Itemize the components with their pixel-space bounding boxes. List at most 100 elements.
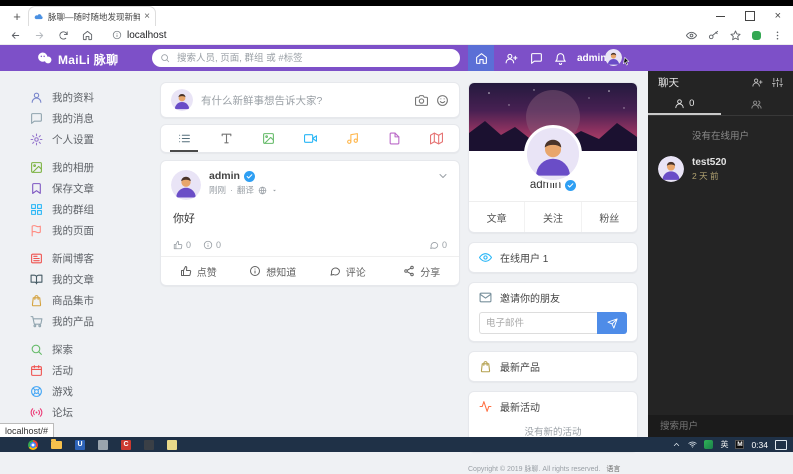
sidebar-item-message[interactable]: 我的消息	[30, 108, 154, 129]
notepad-icon[interactable]	[167, 440, 177, 450]
composer-tab-video[interactable]	[289, 125, 331, 152]
composer-tab-image[interactable]	[247, 125, 289, 152]
post-action-message-circle[interactable]: 评论	[310, 264, 385, 279]
chat-search-input[interactable]	[658, 420, 783, 433]
nav-username[interactable]: admin	[577, 53, 606, 64]
translate-link[interactable]: 翻译	[237, 184, 254, 196]
address-bar[interactable]: localhost	[112, 30, 166, 41]
app-grey-icon[interactable]	[98, 440, 108, 450]
chat-search-bar[interactable]	[648, 415, 793, 437]
taskbar-clock[interactable]: 0:34	[751, 440, 768, 450]
add-contact-icon[interactable]	[752, 77, 763, 88]
sidebar-item-image[interactable]: 我的相册	[30, 157, 154, 178]
post-author-name[interactable]: admin	[209, 170, 240, 182]
sidebar-item-book-open[interactable]: 我的文章	[30, 269, 154, 290]
sidebar-item-gear[interactable]: 个人设置	[30, 129, 154, 150]
app-c-icon[interactable]: C	[121, 440, 131, 450]
restore-button[interactable]	[745, 11, 755, 21]
profile-tab[interactable]: 文章	[469, 202, 524, 232]
nav-home-button[interactable]	[468, 45, 494, 71]
language-link[interactable]: 语言	[606, 464, 620, 474]
chat-settings-icon[interactable]	[772, 77, 783, 88]
sidebar-item-label: 商品集市	[52, 293, 94, 308]
profile-tab[interactable]: 粉丝	[581, 202, 637, 232]
start-button-icon[interactable]	[6, 440, 15, 449]
chrome-taskbar-icon[interactable]	[28, 440, 38, 450]
chat-tab-groups[interactable]	[721, 93, 793, 115]
network-icon[interactable]	[688, 440, 697, 449]
browser-home-icon[interactable]	[82, 30, 93, 41]
tray-expand-icon[interactable]	[672, 440, 681, 449]
app-u-icon[interactable]: U	[75, 440, 85, 450]
sidebar-item-lifebuoy[interactable]: 游戏	[30, 381, 154, 402]
app-dark-icon[interactable]	[144, 440, 154, 450]
sidebar-item-search[interactable]: 探索	[30, 339, 154, 360]
sidebar-item-broadcast[interactable]: 论坛	[30, 402, 154, 423]
refresh-icon[interactable]	[58, 30, 69, 41]
browser-tab[interactable]: 脉聊—随时随地发现新鲜... ×	[28, 6, 156, 26]
forward-icon[interactable]	[34, 30, 45, 41]
password-icon[interactable]	[708, 30, 719, 41]
post-action-thumbs-up[interactable]: 点赞	[161, 264, 236, 279]
tab-close-button[interactable]: ×	[144, 11, 150, 22]
sidebar-item-bookmark[interactable]: 保存文章	[30, 178, 154, 199]
preview-icon[interactable]	[686, 30, 697, 41]
new-tab-button[interactable]: +	[10, 9, 24, 24]
back-icon[interactable]	[10, 30, 21, 41]
emoji-icon[interactable]	[436, 94, 449, 107]
global-search[interactable]	[152, 49, 460, 67]
post-menu-chevron-icon[interactable]	[437, 170, 449, 182]
nav-notifications-button[interactable]	[547, 45, 573, 71]
action-center-icon[interactable]	[775, 440, 787, 450]
chat-user-item[interactable]: test5202 天 前	[648, 150, 793, 188]
camera-icon[interactable]	[415, 94, 428, 107]
post-time[interactable]: 刚刚	[209, 184, 226, 196]
online-users-widget[interactable]: 在线用户 1	[468, 242, 638, 273]
ime-indicator[interactable]: 英	[720, 439, 728, 450]
send-invite-button[interactable]	[597, 312, 627, 334]
tray-m-icon[interactable]: M	[735, 440, 744, 449]
chat-tab-contacts[interactable]: 0	[648, 93, 721, 115]
composer-tab-music[interactable]	[331, 125, 373, 152]
sidebar-item-cart[interactable]: 我的产品	[30, 311, 154, 332]
post-action-info[interactable]: 想知道	[236, 264, 311, 279]
invite-email-input[interactable]	[479, 312, 597, 334]
brand-logo-icon[interactable]	[36, 50, 53, 67]
avatar[interactable]	[171, 170, 201, 200]
composer-tab-list[interactable]	[163, 125, 205, 152]
music-icon	[346, 132, 359, 145]
like-count[interactable]: 0	[173, 240, 191, 250]
sidebar-item-newspaper[interactable]: 新闻博客	[30, 248, 154, 269]
wonder-count[interactable]: 0	[203, 240, 221, 250]
sidebar-item-bag[interactable]: 商品集市	[30, 290, 154, 311]
site-info-icon[interactable]	[112, 30, 122, 40]
browser-menu-icon[interactable]	[772, 30, 783, 41]
nav-friend-requests-button[interactable]	[498, 45, 524, 71]
extension-icon[interactable]	[752, 31, 761, 40]
tray-app-icon[interactable]	[704, 440, 713, 449]
latest-products-widget[interactable]: 最新产品	[468, 351, 638, 382]
composer-tab-map[interactable]	[415, 125, 457, 152]
search-input[interactable]	[175, 52, 452, 65]
sidebar-item-grid[interactable]: 我的群组	[30, 199, 154, 220]
composer-tab-file[interactable]	[373, 125, 415, 152]
post-composer[interactable]: 有什么新鲜事想告诉大家?	[160, 82, 460, 118]
sidebar-item-flag[interactable]: 我的页面	[30, 220, 154, 241]
brand-name[interactable]: MaiLi 脉聊	[58, 51, 118, 68]
post-action-share[interactable]: 分享	[385, 264, 460, 279]
sidebar-item-user[interactable]: 我的资料	[30, 87, 154, 108]
close-button[interactable]: ×	[775, 11, 781, 22]
composer-placeholder[interactable]: 有什么新鲜事想告诉大家?	[201, 93, 407, 108]
sidebar-item-calendar[interactable]: 活动	[30, 360, 154, 381]
profile-avatar[interactable]	[524, 125, 582, 183]
avatar[interactable]	[605, 49, 622, 66]
bag-icon	[30, 294, 43, 307]
nav-messages-button[interactable]	[523, 45, 549, 71]
comment-count[interactable]: 0	[429, 240, 447, 250]
caret-down-icon[interactable]	[271, 187, 278, 194]
profile-tab[interactable]: 关注	[524, 202, 580, 232]
minimize-button[interactable]	[716, 16, 725, 17]
bookmark-star-icon[interactable]	[730, 30, 741, 41]
file-explorer-icon[interactable]	[51, 441, 62, 449]
composer-tab-type[interactable]	[205, 125, 247, 152]
